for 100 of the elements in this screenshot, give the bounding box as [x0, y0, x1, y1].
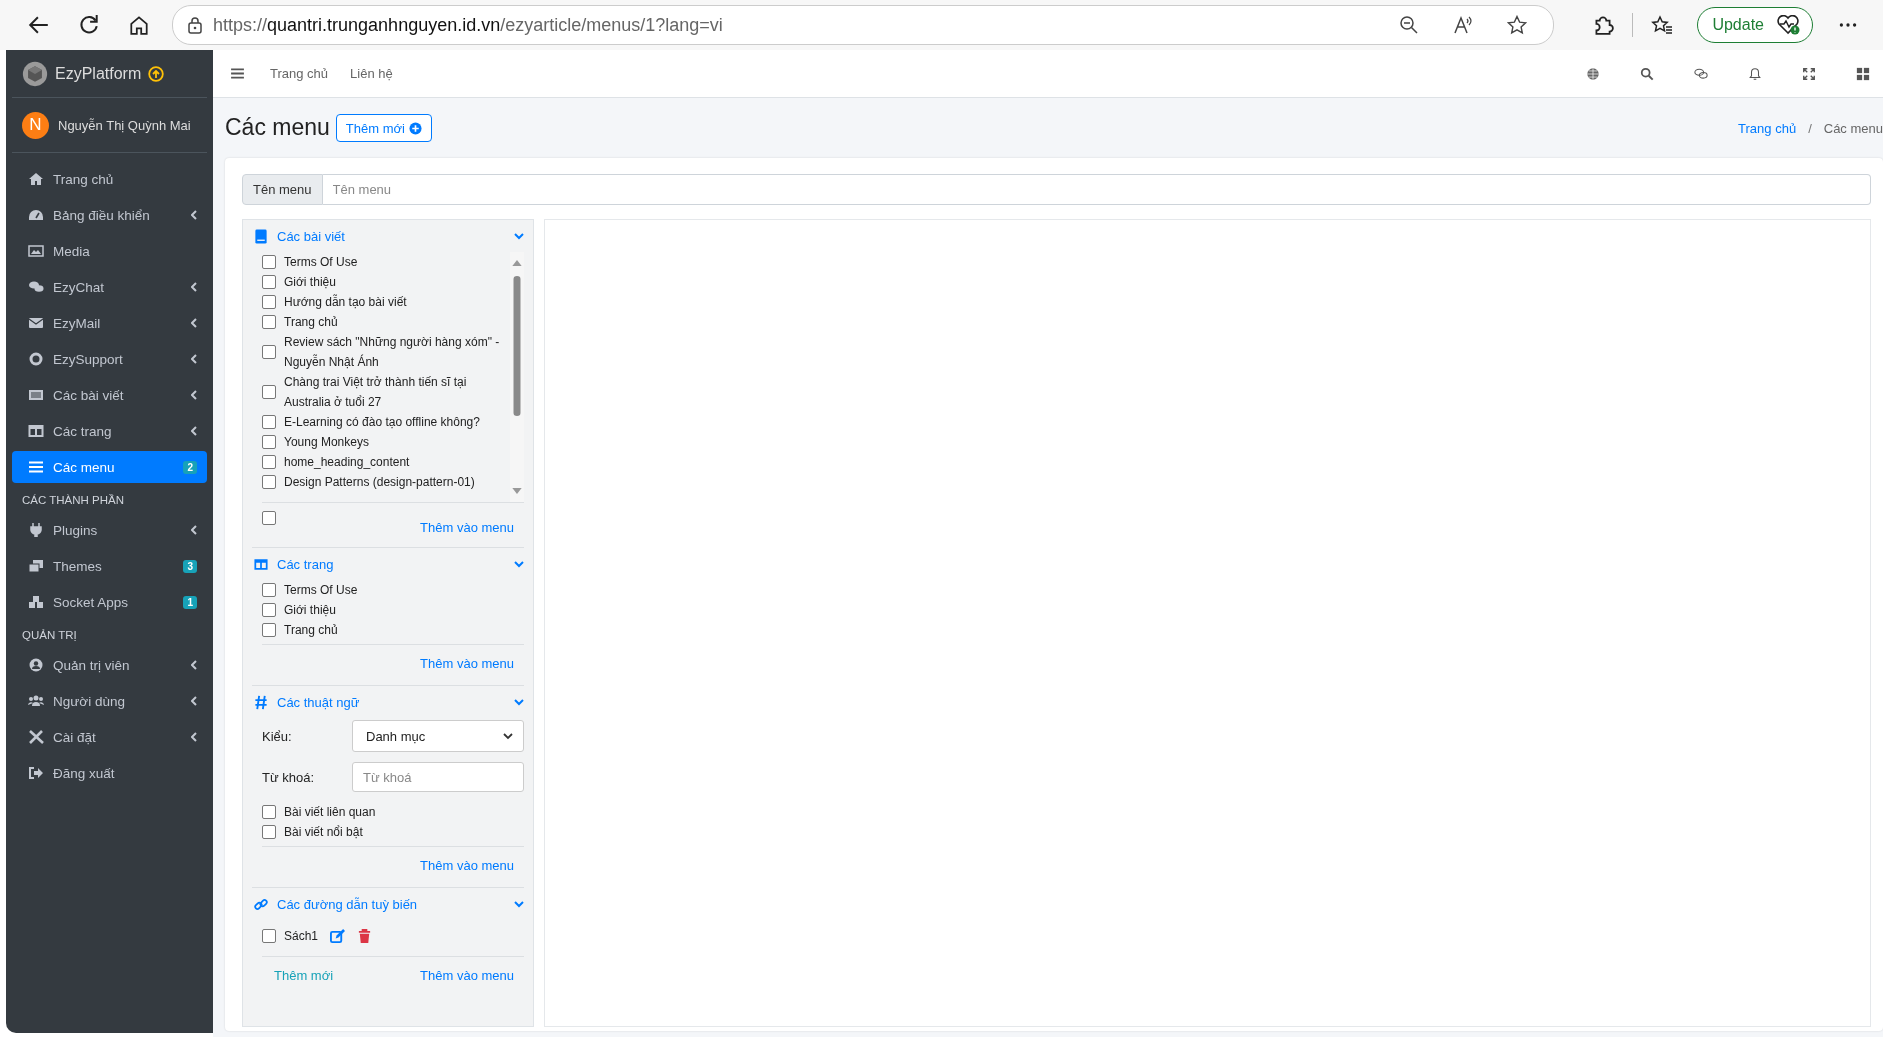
chevron-icon[interactable]: [514, 900, 524, 908]
sidebar-item[interactable]: Các bài viết: [12, 379, 207, 411]
sidebar-item[interactable]: EzySupport: [12, 343, 207, 375]
sidebar-item[interactable]: Đăng xuất: [12, 757, 207, 789]
checkbox[interactable]: [262, 929, 276, 943]
search-icon[interactable]: [1640, 66, 1654, 81]
brand-name[interactable]: EzyPlatform: [55, 64, 142, 83]
panel-title[interactable]: Các trang: [277, 556, 505, 572]
item-label: Trang chủ: [284, 314, 339, 331]
checkbox[interactable]: [262, 385, 276, 399]
sidebar-item[interactable]: Trang chủ: [12, 163, 207, 195]
panel-title[interactable]: Các bài viết: [277, 228, 505, 244]
chevron-icon[interactable]: [514, 232, 524, 240]
read-aloud-icon[interactable]: [1453, 15, 1474, 35]
panel-title[interactable]: Các đường dẫn tuỳ biến: [277, 896, 505, 912]
sidebar-item[interactable]: Các trang: [12, 415, 207, 447]
nav-link[interactable]: Trang chủ: [270, 66, 329, 81]
field-label: Từ khoá:: [262, 769, 316, 785]
sidebar-item[interactable]: Socket Apps 1: [12, 586, 207, 618]
field-label: Tên menu: [242, 174, 323, 205]
item-label: Chàng trai Việt trở thành tiến sĩ tại Australia ở tuổi 27: [284, 374, 468, 411]
home-icon: [28, 172, 44, 186]
bell-icon[interactable]: [1748, 66, 1762, 81]
home-icon[interactable]: [128, 14, 150, 36]
scrollbar[interactable]: [510, 252, 524, 502]
sidebar-item[interactable]: EzyMail: [12, 307, 207, 339]
menu-icon: [28, 460, 44, 474]
sidebar-item[interactable]: Các menu 2: [12, 451, 207, 483]
checkbox[interactable]: [262, 825, 276, 839]
item-label: Design Patterns (design-pattern-01): [284, 474, 476, 491]
favorites-icon[interactable]: [1651, 14, 1674, 36]
item-label: Giới thiệu: [284, 274, 337, 291]
trash-icon[interactable]: [357, 928, 373, 944]
address-bar[interactable]: https://quantri.trunganhnguyen.id.vn/ezyarticle/menus/1?lang=vi: [172, 5, 1555, 45]
chevron-icon[interactable]: [514, 698, 524, 706]
checkbox[interactable]: [262, 511, 276, 525]
keyword-field[interactable]: Từ khoá: [352, 762, 524, 792]
sidebar-item[interactable]: Bảng điều khiển: [12, 199, 207, 231]
add-to-menu-link[interactable]: Thêm vào menu: [420, 520, 514, 535]
checkbox[interactable]: [262, 255, 276, 269]
link-icon: [254, 896, 268, 912]
sidebar-item[interactable]: Quản trị viên: [12, 649, 207, 681]
checkbox[interactable]: [262, 475, 276, 489]
checkbox[interactable]: [262, 415, 276, 429]
breadcrumb-separator: /: [1808, 120, 1812, 136]
menu-name-field[interactable]: Tên menu: [322, 174, 1871, 205]
count-badge: 1: [183, 595, 197, 609]
field-label: Kiểu:: [262, 728, 293, 744]
globe-icon[interactable]: [1586, 66, 1600, 81]
sidebar-item[interactable]: Cài đặt: [12, 721, 207, 753]
sidebar-item[interactable]: Người dùng: [12, 685, 207, 717]
user-name[interactable]: Nguyễn Thị Quỳnh Mai: [58, 117, 191, 133]
sidebar-item[interactable]: Plugins: [12, 514, 207, 546]
cubes-icon: [28, 595, 44, 609]
item-label: home_heading_content: [284, 454, 411, 471]
checkbox[interactable]: [262, 623, 276, 637]
star-icon[interactable]: [1507, 15, 1528, 35]
menu-icon[interactable]: [231, 68, 244, 79]
lock-icon: [187, 16, 203, 34]
chat-icon: [28, 280, 44, 294]
checkbox[interactable]: [262, 315, 276, 329]
grid-icon[interactable]: [1856, 66, 1870, 81]
chat-icon[interactable]: [1694, 66, 1708, 81]
checkbox[interactable]: [262, 603, 276, 617]
nav-link[interactable]: Liên hệ: [350, 66, 393, 81]
add-to-menu-link[interactable]: Thêm vào menu: [420, 857, 514, 873]
url-text: https://quantri.trunganhnguyen.id.vn/ezyarticle/menus/1?lang=vi: [213, 14, 724, 36]
checkbox[interactable]: [262, 583, 276, 597]
type-select[interactable]: Danh mục: [352, 720, 524, 752]
checkbox[interactable]: [262, 455, 276, 469]
sidebar-item[interactable]: Themes 3: [12, 550, 207, 582]
add-to-menu-link[interactable]: Thêm vào menu: [420, 655, 514, 671]
item-label: Sách1: [284, 928, 319, 945]
checkbox[interactable]: [262, 275, 276, 289]
checkbox[interactable]: [262, 435, 276, 449]
dropdown-caret-icon: [503, 732, 513, 740]
update-button[interactable]: Update: [1697, 7, 1813, 43]
panel-title[interactable]: Các thuật ngữ: [277, 694, 505, 710]
plus-icon: [408, 121, 422, 135]
breadcrumb-link[interactable]: Trang chủ: [1738, 120, 1797, 136]
cube-logo-icon: [22, 60, 48, 87]
back-icon[interactable]: [28, 14, 50, 36]
add-new-button[interactable]: Thêm mới: [335, 114, 432, 142]
checkbox[interactable]: [262, 805, 276, 819]
hash-icon: [254, 694, 268, 710]
upgrade-icon[interactable]: [148, 65, 165, 82]
chevron-icon[interactable]: [514, 560, 524, 568]
fullscreen-icon[interactable]: [1802, 66, 1816, 81]
users-icon: [28, 694, 44, 708]
reload-icon[interactable]: [78, 14, 100, 36]
add-to-menu-link[interactable]: Thêm vào menu: [420, 967, 514, 983]
user-avatar: N: [22, 111, 49, 139]
checkbox[interactable]: [262, 345, 276, 359]
edit-icon[interactable]: [330, 928, 346, 944]
checkbox[interactable]: [262, 295, 276, 309]
zoom-out-icon[interactable]: [1399, 15, 1420, 35]
sidebar-item[interactable]: EzyChat: [12, 271, 207, 303]
sidebar-item[interactable]: Media: [12, 235, 207, 267]
columns-icon: [28, 424, 44, 438]
item-label: Terms Of Use: [284, 254, 359, 271]
